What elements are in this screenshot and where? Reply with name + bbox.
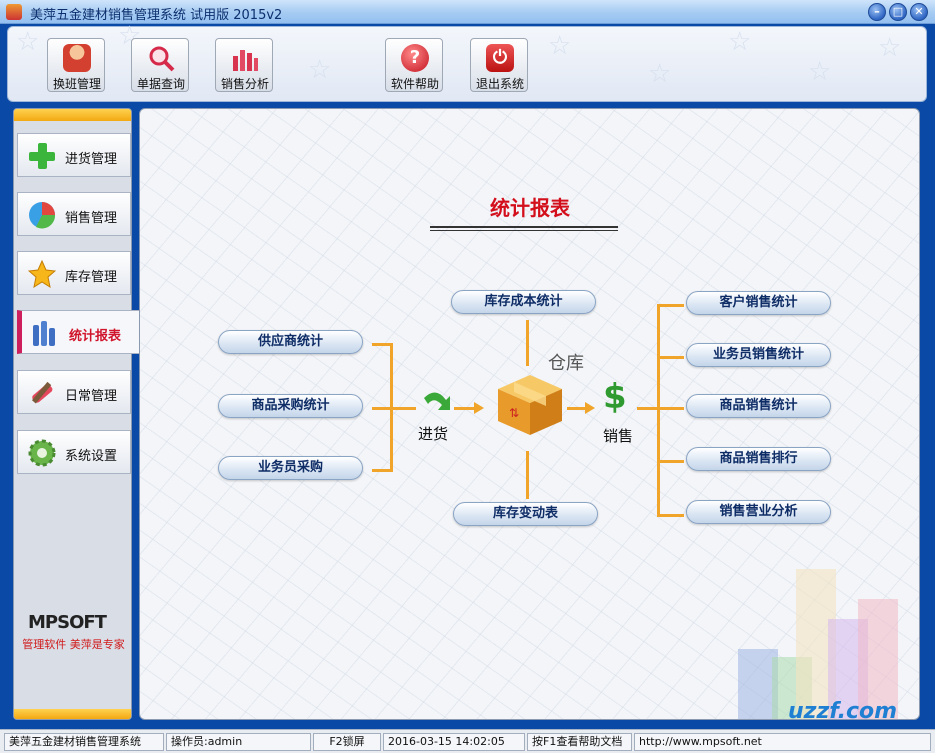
window-title: 美萍五金建材销售管理系统 试用版 2015v2 [30,8,283,23]
inventory-cost-stats-button[interactable]: 库存成本统计 [451,290,596,314]
page-title: 统计报表 [490,196,570,220]
tools-icon [28,379,56,407]
sales-business-analysis-button[interactable]: 销售营业分析 [686,500,831,524]
product-purchase-stats-button[interactable]: 商品采购统计 [218,394,363,418]
plus-icon [28,142,56,170]
exit-system-button[interactable]: ⏻ 退出系统 [470,38,528,92]
sidebar-item-settings[interactable]: 系统设置 [17,430,131,474]
status-url: http://www.mpsoft.net [634,733,931,751]
receipt-query-button[interactable]: 单据查询 [131,38,189,92]
sidebar-item-daily[interactable]: 日常管理 [17,370,131,414]
app-window: 美萍五金建材销售管理系统 试用版 2015v2 – □ ✕ ☆ ☆ ☆ ☆ ☆ … [0,0,935,753]
status-help: 按F1查看帮助文档 [527,733,632,751]
sidebar-item-inventory[interactable]: 库存管理 [17,251,131,295]
software-help-button[interactable]: ? 软件帮助 [385,38,443,92]
pie-icon [28,201,56,229]
sidebar-item-label: 系统设置 [65,449,118,464]
warehouse-label: 仓库 [548,353,584,374]
sales-label: 销售 [603,427,634,445]
inventory-change-report-button[interactable]: 库存变动表 [453,502,598,526]
sidebar-item-purchase[interactable]: 进货管理 [17,133,131,177]
status-datetime: 2016-03-15 14:02:05 [383,733,525,751]
bars-icon [32,319,60,347]
salesperson-sales-stats-button[interactable]: 业务员销售统计 [686,343,831,367]
shift-management-button[interactable]: 换班管理 [47,38,105,92]
dollar-icon: $ [603,377,627,417]
warehouse-box-icon: ⇅ [496,373,564,440]
sales-analysis-label: 销售分析 [220,77,269,91]
product-sales-ranking-button[interactable]: 商品销售排行 [686,447,831,471]
reports-panel: 统计报表 供应商统计 商品采购统计 业务员采购 进货 库存成本统计 仓库 ⇅ 库… [139,108,920,720]
product-sales-stats-button[interactable]: 商品销售统计 [686,394,831,418]
decorative-bars [732,559,919,719]
close-button[interactable]: ✕ [910,3,928,21]
app-icon [6,4,22,20]
salesperson-purchase-button[interactable]: 业务员采购 [218,456,363,480]
customer-sales-stats-button[interactable]: 客户销售统计 [686,291,831,315]
status-operator: 操作员:admin [166,733,311,751]
help-icon: ? [401,44,429,72]
sidebar: 进货管理 销售管理 库存管理 统计报表 日常管理 系统设置 MPSOFT 管理软… [13,108,141,720]
supplier-stats-button[interactable]: 供应商统计 [218,330,363,354]
brand-logo: MPSOFT [28,612,107,633]
sidebar-item-label: 进货管理 [65,152,118,167]
shift-management-label: 换班管理 [52,77,101,91]
sidebar-item-label: 销售管理 [65,211,118,226]
magnifier-icon [147,44,175,72]
status-app-name: 美萍五金建材销售管理系统 [4,733,164,751]
sales-analysis-button[interactable]: 销售分析 [215,38,273,92]
sidebar-item-label: 统计报表 [69,329,122,344]
sidebar-item-reports[interactable]: 统计报表 [17,310,141,354]
toolbar: ☆ ☆ ☆ ☆ ☆ ☆ ☆ ☆ 换班管理 单据查询 销售分析 ? 软件帮助 ⏻ … [7,23,927,102]
status-lock: F2锁屏 [313,733,381,751]
sidebar-item-label: 日常管理 [65,389,118,404]
watermark: uzzf.com [788,699,898,720]
gear-icon [28,439,56,467]
sidebar-item-sales[interactable]: 销售管理 [17,192,131,236]
power-icon: ⏻ [486,44,514,72]
users-icon [63,44,91,72]
status-bar: 美萍五金建材销售管理系统 操作员:admin F2锁屏 2016-03-15 1… [0,729,935,753]
star-icon [27,259,57,289]
software-help-label: 软件帮助 [390,77,439,91]
exit-system-label: 退出系统 [475,77,524,91]
bar-chart-icon [231,44,259,72]
purchase-label: 进货 [418,425,449,443]
receipt-query-label: 单据查询 [136,77,185,91]
minimize-button[interactable]: – [868,3,886,21]
svg-text:⇅: ⇅ [509,406,519,420]
sidebar-item-label: 库存管理 [65,270,118,285]
purchase-arrow-icon [420,388,452,421]
maximize-button[interactable]: □ [889,3,907,21]
brand-tagline: 管理软件 美萍是专家 [22,638,125,651]
